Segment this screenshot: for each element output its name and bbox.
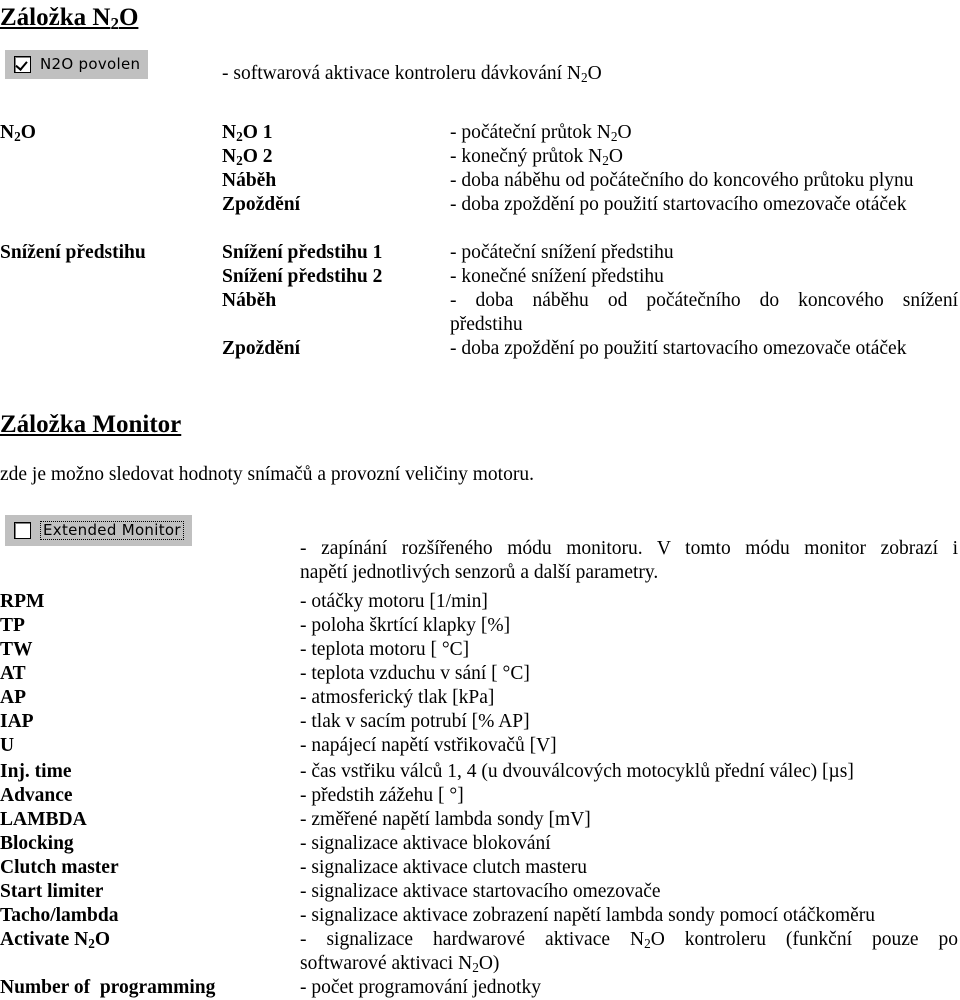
param-label-n2o-1: N2O 1 xyxy=(222,122,273,145)
table-row-u: U - napájecí napětí vstřikovačů [V] xyxy=(0,734,960,758)
table-row-n2o-zpozdeni: Zpoždění - doba zpoždění po použití star… xyxy=(0,193,960,217)
param-label-rpm: RPM xyxy=(0,591,45,612)
n2o-enable-checkbox-box[interactable] xyxy=(14,56,31,73)
table-row-predstih-2: Snížení předstihu 2 - konečné snížení př… xyxy=(0,265,960,289)
param-desc-ap: - atmosferický tlak [kPa] xyxy=(300,687,495,708)
param-label-predstih-nabeh: Náběh xyxy=(222,290,277,311)
param-label-inj-time: Inj. time xyxy=(0,761,72,782)
param-desc-tw: - teplota motoru [ °C] xyxy=(300,639,470,660)
page-title-suffix: O xyxy=(118,4,139,31)
table-row-ap: AP - atmosferický tlak [kPa] xyxy=(0,686,960,710)
param-desc-iap: - tlak v sacím potrubí [% AP] xyxy=(300,711,530,732)
table-row-predstih-nabeh: Náběh - doba náběhu od počátečního do ko… xyxy=(0,289,960,337)
param-desc-at: - teplota vzduchu v sání [ °C] xyxy=(300,663,530,684)
param-desc-snizeni-predstihu-2: - konečné snížení předstihu xyxy=(450,266,664,287)
param-label-ap: AP xyxy=(0,687,26,708)
table-row-number-of-programming: Number of programming - počet programová… xyxy=(0,976,960,1000)
param-desc-tacho-lambda: - signalizace aktivace zobrazení napětí … xyxy=(300,905,876,926)
param-label-blocking: Blocking xyxy=(0,833,74,854)
param-label-tw: TW xyxy=(0,639,33,660)
table-row-tacho-lambda: Tacho/lambda - signalizace aktivace zobr… xyxy=(0,904,960,928)
table-row-predstih-zpozdeni: Zpoždění - doba zpoždění po použití star… xyxy=(0,337,960,361)
param-desc-rpm: - otáčky motoru [1/min] xyxy=(300,591,488,612)
page-title-zalozka-monitor: Záložka Monitor xyxy=(0,411,182,438)
table-row-at: AT - teplota vzduchu v sání [ °C] xyxy=(0,662,960,686)
table-row-predstih-1: Snížení předstihu 1 - počáteční snížení … xyxy=(0,241,960,265)
table-row-activate-n2o: Activate N2O - signalizace hardwarové ak… xyxy=(0,928,960,976)
param-label-tacho-lambda: Tacho/lambda xyxy=(0,905,119,926)
param-desc-nabeh: - doba náběhu od počátečního do koncovéh… xyxy=(450,170,914,191)
table-row-n2o-nabeh: Náběh - doba náběhu od počátečního do ko… xyxy=(0,169,960,193)
extended-monitor-checkbox-label: Extended Monitor xyxy=(40,521,184,540)
table-row-lambda: LAMBDA - změřené napětí lambda sondy [mV… xyxy=(0,808,960,832)
param-label-snizeni-predstihu-2: Snížení předstihu 2 xyxy=(222,266,383,287)
param-desc-activate-n2o-line2: softwarové aktivaci N2O) xyxy=(300,953,500,976)
param-desc-n2o-1: - počáteční průtok N2O xyxy=(450,122,632,145)
param-desc-n2o-2: - konečný průtok N2O xyxy=(450,146,623,169)
param-desc-clutch-master: - signalizace aktivace clutch masteru xyxy=(300,857,587,878)
table-row-iap: IAP - tlak v sacím potrubí [% AP] xyxy=(0,710,960,734)
param-desc-lambda: - změřené napětí lambda sondy [mV] xyxy=(300,809,591,830)
table-row-inj-time: Inj. time - čas vstřiku válců 1, 4 (u dv… xyxy=(0,760,960,784)
param-desc-snizeni-predstihu-1: - počáteční snížení předstihu xyxy=(450,242,674,263)
param-label-advance: Advance xyxy=(0,785,73,806)
page-title-zalozka-n2o: Záložka N2O xyxy=(0,4,139,34)
param-label-number-of-programming: Number of programming xyxy=(0,977,216,998)
param-label-snizeni-predstihu-1: Snížení předstihu 1 xyxy=(222,242,383,263)
param-desc-tp: - poloha škrtící klapky [%] xyxy=(300,615,511,636)
param-label-predstih-zpozdeni: Zpoždění xyxy=(222,338,301,359)
param-label-zpozdeni: Zpoždění xyxy=(222,194,301,215)
param-desc-predstih-nabeh-line2: předstihu xyxy=(450,314,523,335)
param-desc-blocking: - signalizace aktivace blokování xyxy=(300,833,551,854)
param-desc-u: - napájecí napětí vstřikovačů [V] xyxy=(300,735,557,756)
table-row-n2o-2: N2O 2 - konečný průtok N2O xyxy=(0,145,960,169)
param-desc-predstih-zpozdeni: - doba zpoždění po použití startovacího … xyxy=(450,338,907,359)
n2o-enable-description: - softwarová aktivace kontroleru dávková… xyxy=(222,62,958,87)
n2o-enable-checkbox-widget[interactable]: N2O povolen xyxy=(5,50,149,79)
param-label-lambda: LAMBDA xyxy=(0,809,87,830)
n2o-enable-description-suffix: O xyxy=(587,63,602,84)
extended-monitor-checkbox-widget[interactable]: Extended Monitor xyxy=(5,515,192,546)
table-row-start-limiter: Start limiter - signalizace aktivace sta… xyxy=(0,880,960,904)
n2o-enable-description-prefix: - softwarová aktivace kontroleru dávková… xyxy=(222,63,581,84)
extended-monitor-checkbox-box[interactable] xyxy=(14,522,31,539)
param-label-nabeh: Náběh xyxy=(222,170,277,191)
param-desc-predstih-nabeh-line1: - doba náběhu od počátečního do koncovéh… xyxy=(450,290,958,311)
page-title-prefix: Záložka N xyxy=(0,4,111,31)
param-label-start-limiter: Start limiter xyxy=(0,881,104,902)
extended-monitor-description-line2: napětí jednotlivých senzorů a další para… xyxy=(300,562,659,583)
param-label-tp: TP xyxy=(0,615,25,636)
param-label-iap: IAP xyxy=(0,711,34,732)
param-label-n2o-2: N2O 2 xyxy=(222,146,273,169)
param-label-u: U xyxy=(0,735,15,756)
table-row-blocking: Blocking - signalizace aktivace blokován… xyxy=(0,832,960,856)
table-row-tw: TW - teplota motoru [ °C] xyxy=(0,638,960,662)
param-desc-zpozdeni: - doba zpoždění po použití startovacího … xyxy=(450,194,907,215)
page-title-subscript: 2 xyxy=(110,14,119,34)
table-row-advance: Advance - předstih zážehu [ °] xyxy=(0,784,960,808)
monitor-intro-text: zde je možno sledovat hodnoty snímačů a … xyxy=(0,464,534,485)
n2o-enable-checkbox-label: N2O povolen xyxy=(40,55,141,73)
param-desc-number-of-programming: - počet programování jednotky xyxy=(300,977,541,998)
param-label-activate-n2o: Activate N2O xyxy=(0,929,111,952)
document-page: Záložka N2O N2O povolen - softwarová akt… xyxy=(0,0,960,999)
table-row-tp: TP - poloha škrtící klapky [%] xyxy=(0,614,960,638)
table-row-rpm: RPM - otáčky motoru [1/min] xyxy=(0,590,960,614)
extended-monitor-description-line1: - zapínání rozšířeného módu monitoru. V … xyxy=(300,538,958,583)
table-row-n2o-1: N2O 1 - počáteční průtok N2O xyxy=(0,121,960,145)
table-row-clutch-master: Clutch master - signalizace aktivace clu… xyxy=(0,856,960,880)
param-desc-start-limiter: - signalizace aktivace startovacího omez… xyxy=(300,881,661,902)
param-desc-advance: - předstih zážehu [ °] xyxy=(300,785,464,806)
param-label-clutch-master: Clutch master xyxy=(0,857,119,878)
param-label-at: AT xyxy=(0,663,26,684)
param-desc-inj-time: - čas vstřiku válců 1, 4 (u dvouválcovýc… xyxy=(300,761,854,782)
param-desc-activate-n2o-line1: - signalizace hardwarové aktivace N2O ko… xyxy=(300,929,958,952)
n2o-enable-description-subscript: 2 xyxy=(581,70,588,86)
